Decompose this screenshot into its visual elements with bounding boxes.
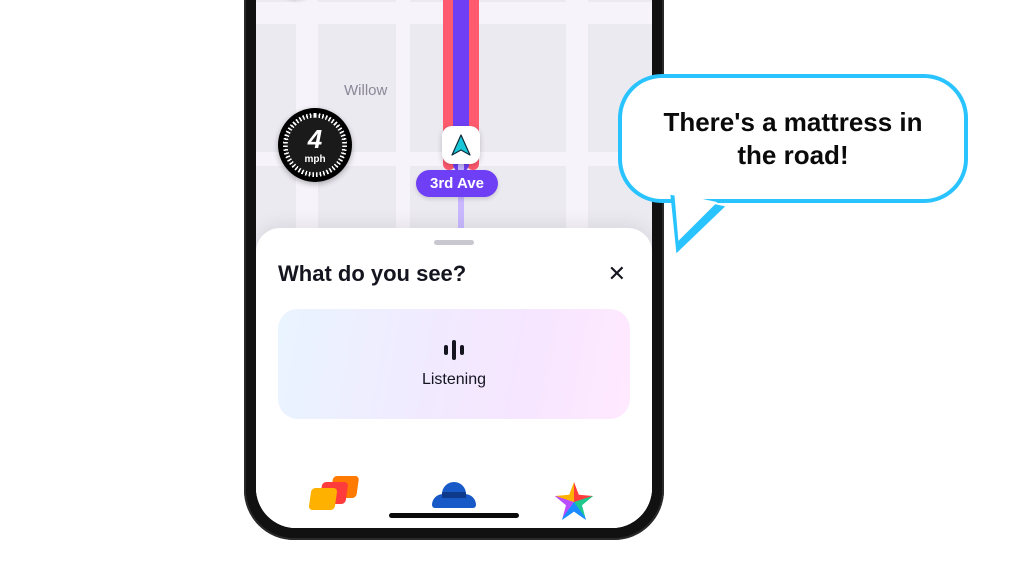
speed-unit: mph bbox=[304, 154, 325, 165]
street-label-willow: Willow bbox=[344, 82, 387, 99]
close-button[interactable]: ✕ bbox=[604, 259, 630, 289]
speedometer[interactable]: 4 mph bbox=[278, 108, 352, 182]
listening-label: Listening bbox=[422, 371, 486, 389]
speech-bubble: There's a mattress in the road! bbox=[618, 74, 968, 203]
sheet-title: What do you see? bbox=[278, 261, 466, 287]
speed-value: 4 bbox=[308, 126, 322, 152]
report-hazard-icon[interactable] bbox=[544, 476, 604, 520]
voice-report-sheet: What do you see? ✕ Listening bbox=[256, 228, 652, 528]
sheet-grabber[interactable] bbox=[434, 240, 474, 245]
phone-frame: Willow 3rd Ave 4 mph What do you see? bbox=[244, 0, 664, 540]
report-traffic-icon[interactable] bbox=[304, 476, 364, 520]
close-icon: ✕ bbox=[608, 261, 626, 286]
listening-button[interactable]: Listening bbox=[278, 309, 630, 419]
home-indicator[interactable] bbox=[389, 513, 519, 518]
phone-screen: Willow 3rd Ave 4 mph What do you see? bbox=[256, 0, 652, 528]
current-street-pill[interactable]: 3rd Ave bbox=[416, 170, 498, 197]
canvas: Willow 3rd Ave 4 mph What do you see? bbox=[0, 0, 1024, 576]
navigation-cursor-icon bbox=[442, 126, 480, 164]
speech-bubble-text: There's a mattress in the road! bbox=[663, 107, 922, 170]
waveform-icon bbox=[444, 339, 464, 361]
